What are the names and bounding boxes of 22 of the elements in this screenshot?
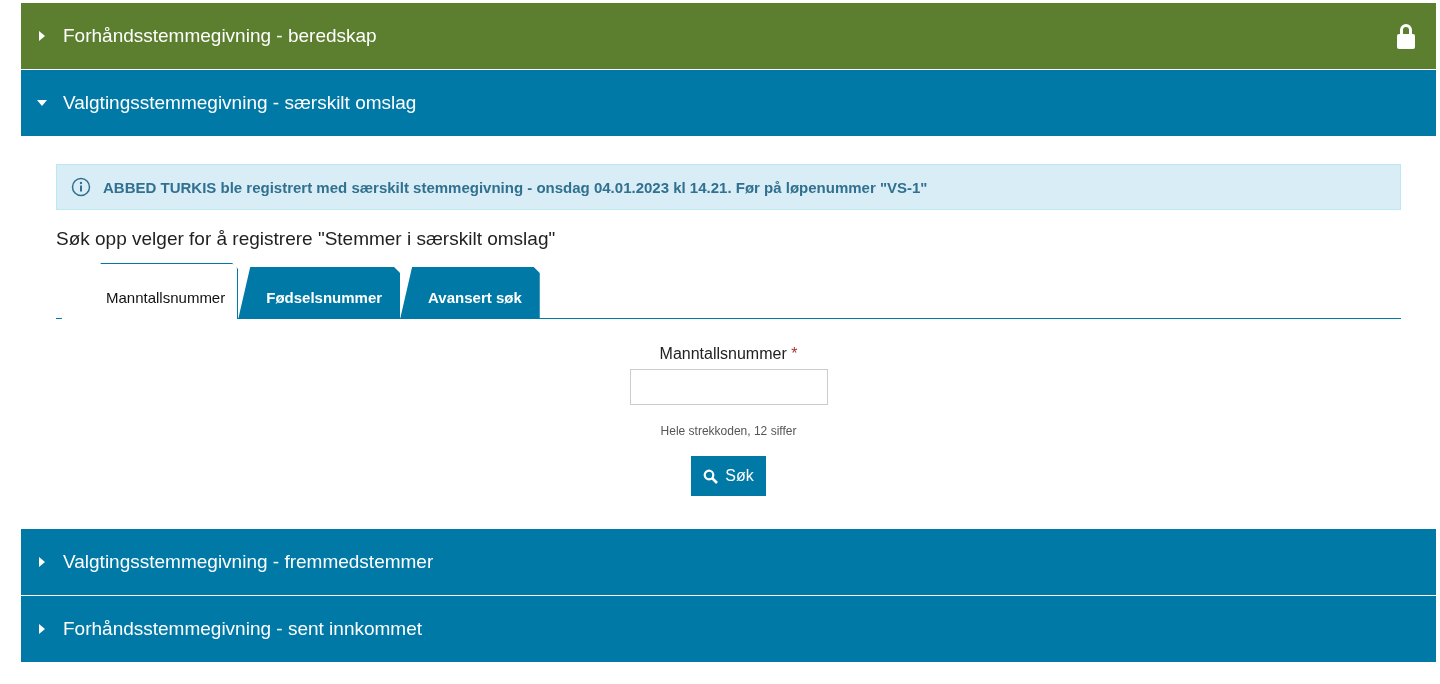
alert-text: ABBED TURKIS ble registrert med særskilt stemmegivning - onsdag 04.01.2023 kl 14.21. Før på løpenummer "VS-1": [103, 178, 928, 196]
search-tab[interactable]: Fødselsnummer: [238, 267, 401, 319]
search-icon: [703, 468, 719, 484]
field-label: Manntallsnummer *: [659, 345, 798, 363]
caret-right-icon: [37, 30, 47, 42]
caret-right-icon: [37, 623, 47, 635]
search-tab[interactable]: Manntallsnummer: [61, 263, 239, 319]
search-heading: Søk opp velger for å registrere "Stemmer i særskilt omslag": [56, 228, 557, 250]
section-title: Valgtingsstemmegivning - særskilt omslag: [63, 92, 418, 114]
section-title: Forhåndsstemmegivning - beredskap: [63, 25, 378, 47]
search-tab[interactable]: Avansert søk: [400, 267, 540, 319]
section-title: Forhåndsstemmegivning - sent innkommet: [63, 618, 424, 640]
section-header[interactable]: Valgtingsstemmegivning - fremmedstemmer: [21, 529, 1436, 595]
search-button[interactable]: Søk: [691, 456, 766, 496]
section-header[interactable]: Valgtingsstemmegivning - særskilt omslag: [21, 70, 1436, 136]
section-title: Valgtingsstemmegivning - fremmedstemmer: [63, 551, 435, 573]
info-icon: [71, 177, 91, 197]
section-header[interactable]: Forhåndsstemmegivning - beredskap: [21, 3, 1436, 69]
help-text: Hele strekkoden, 12 siffer: [660, 424, 797, 438]
section-header[interactable]: Forhåndsstemmegivning - sent innkommet: [21, 596, 1436, 662]
input-field[interactable]: [629, 369, 828, 405]
caret-right-icon: [37, 556, 47, 568]
